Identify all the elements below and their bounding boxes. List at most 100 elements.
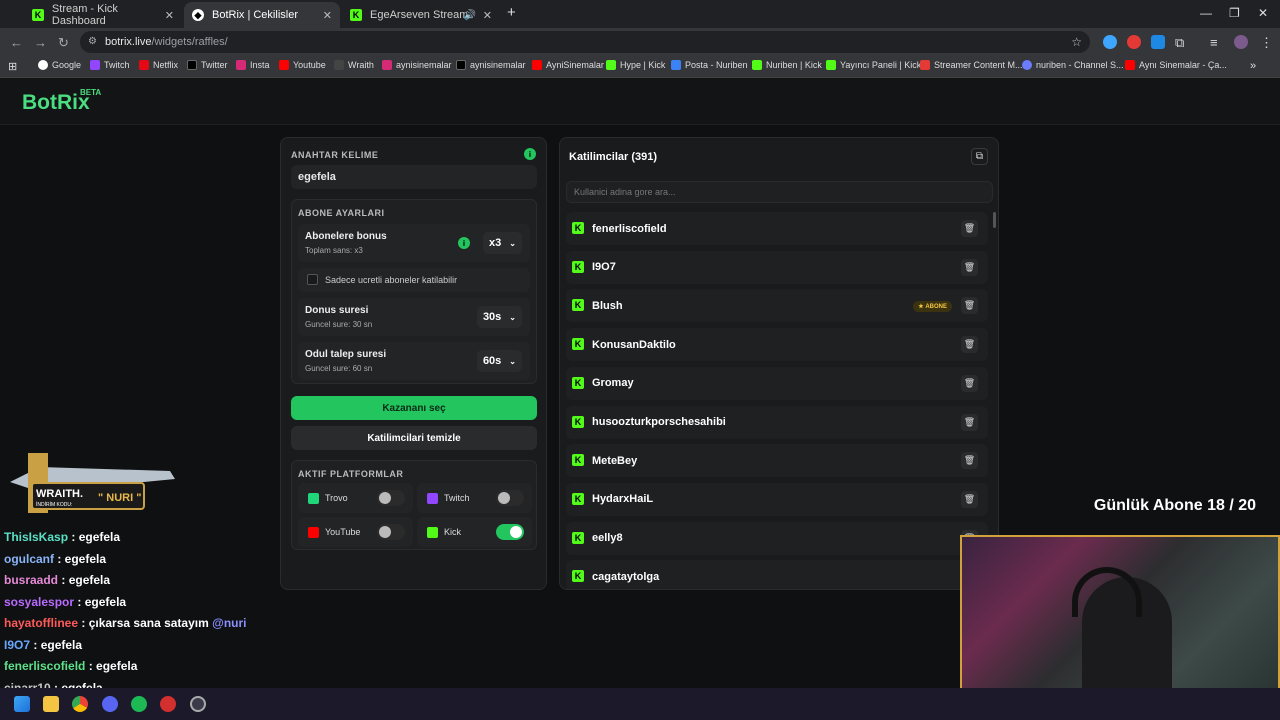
bookmark[interactable]: Google: [38, 60, 81, 70]
sub-bonus-row: Abonelere bonus Toplam sans: x3 i x3 ⌄: [298, 224, 530, 262]
bonus-duration-select[interactable]: 30s ⌄: [476, 306, 522, 328]
speaker-icon[interactable]: 🔊: [464, 10, 476, 21]
profile-avatar[interactable]: [1234, 35, 1248, 49]
window-close-button[interactable]: ✕: [1258, 6, 1268, 20]
spotify-icon[interactable]: [131, 696, 147, 712]
youtube-toggle[interactable]: [377, 524, 405, 540]
bookmark[interactable]: Insta: [236, 60, 270, 70]
new-tab-button[interactable]: +: [507, 4, 516, 21]
bookmark[interactable]: Netflix: [139, 60, 178, 70]
browser-tab-bar: K Stream - Kick Dashboard ✕ ◆ BotRix | C…: [0, 0, 1280, 28]
bookmark[interactable]: Aynı Sinemalar - Ça...: [1125, 60, 1227, 70]
participant-name: MeteBey: [592, 454, 638, 467]
extension-icon[interactable]: [1127, 35, 1141, 49]
bookmark[interactable]: nuriben - Channel S...: [1022, 60, 1124, 70]
obs-icon[interactable]: [190, 696, 206, 712]
bookmark[interactable]: AyniSinemalar: [532, 60, 604, 70]
delete-icon[interactable]: 🗑: [961, 336, 978, 354]
close-icon[interactable]: ✕: [323, 9, 332, 22]
bonus-duration-title: Donus suresi: [305, 305, 369, 316]
extension-icon[interactable]: [1103, 35, 1117, 49]
bookmark[interactable]: aynisinemalar: [456, 60, 526, 70]
platform-trovo: Trovo: [298, 483, 413, 513]
apps-grid-icon[interactable]: ⊞: [8, 60, 17, 73]
delete-icon[interactable]: 🗑: [961, 374, 978, 392]
copy-icon[interactable]: ⧉: [971, 148, 988, 165]
discord-icon[interactable]: [102, 696, 118, 712]
extensions-puzzle-icon[interactable]: ⧉: [1175, 35, 1184, 51]
botrix-logo[interactable]: BotRix BETA: [22, 88, 101, 115]
delete-icon[interactable]: 🗑: [961, 297, 978, 315]
delete-icon[interactable]: 🗑: [961, 220, 978, 237]
chat-username: hayatofflinee: [4, 616, 79, 630]
kick-toggle[interactable]: [496, 524, 524, 540]
media-control-icon[interactable]: ≡: [1210, 35, 1218, 50]
paid-only-checkbox[interactable]: [307, 274, 318, 285]
headphones-shape: [1072, 567, 1142, 617]
participant-row: Kfenerliscofield 🗑: [566, 212, 988, 245]
site-info-icon[interactable]: ⚙: [88, 31, 97, 53]
bookmark[interactable]: Yayıncı Paneli | Kick: [826, 60, 921, 70]
more-bookmarks-icon[interactable]: »: [1250, 60, 1256, 72]
bookmark[interactable]: aynisinemalar: [382, 60, 452, 70]
app-icon[interactable]: [160, 696, 176, 712]
url-field[interactable]: ⚙ botrix.live/widgets/raffles/ ☆: [80, 31, 1090, 53]
participants-title: Katilimcilar (391): [569, 151, 658, 163]
keyword-input[interactable]: egefela: [291, 165, 537, 189]
bonus-duration-row: Donus suresi Guncel sure: 30 sn 30s ⌄: [298, 298, 530, 336]
bonus-multiplier-select[interactable]: x3 ⌄: [483, 232, 522, 254]
delete-icon[interactable]: 🗑: [961, 490, 978, 508]
tab-title: EgeArseven Stream - Watch: [370, 9, 470, 21]
bookmark-star-icon[interactable]: ☆: [1071, 31, 1082, 53]
platforms-label: AKTIF PLATFORMLAR: [298, 469, 404, 479]
twitch-icon: [427, 492, 438, 504]
minimize-button[interactable]: —: [1200, 6, 1212, 20]
close-icon[interactable]: ✕: [483, 9, 492, 22]
close-icon[interactable]: ✕: [165, 9, 174, 22]
kick-icon: K: [572, 415, 584, 428]
maximize-button[interactable]: ❐: [1229, 6, 1240, 20]
back-icon[interactable]: ←: [10, 35, 23, 50]
tab-kick-dashboard[interactable]: K Stream - Kick Dashboard ✕: [24, 2, 182, 28]
chat-text: : egefela: [71, 530, 121, 544]
bookmark[interactable]: Wraith: [334, 60, 374, 70]
pick-winner-button[interactable]: Kazananı seç: [291, 396, 537, 420]
participant-row: K I9O7 🗑: [566, 250, 988, 284]
bookmark[interactable]: Hype | Kick: [606, 60, 665, 70]
bookmark[interactable]: Nuriben | Kick: [752, 60, 822, 70]
bookmark[interactable]: Twitter: [187, 60, 228, 70]
chat-message: I9O7 : egefela: [4, 638, 82, 652]
chat-text: : egefela: [88, 659, 138, 673]
trovo-icon: [308, 492, 319, 504]
keyword-label: ANAHTAR KELIME: [291, 150, 379, 160]
trovo-toggle[interactable]: [377, 490, 405, 506]
bookmark[interactable]: Posta - Nuriben: [671, 60, 748, 70]
forward-icon[interactable]: →: [34, 35, 47, 50]
bookmark[interactable]: Youtube: [279, 60, 326, 70]
participant-name: cagataytolga: [592, 570, 660, 583]
bookmark[interactable]: Streamer Content M...: [920, 60, 1023, 70]
delete-icon[interactable]: 🗑: [961, 258, 978, 276]
paid-only-row[interactable]: Sadece ucretli aboneler katilabilir: [298, 268, 530, 292]
chrome-icon[interactable]: [72, 696, 88, 712]
claim-time-select[interactable]: 60s ⌄: [476, 350, 522, 372]
reload-icon[interactable]: ↻: [58, 35, 69, 51]
info-icon[interactable]: i: [524, 148, 536, 160]
menu-kebab-icon[interactable]: ⋮: [1260, 35, 1273, 51]
scrollbar[interactable]: [993, 212, 996, 228]
tab-egearseven[interactable]: K EgeArseven Stream - Watch 🔊 ✕: [342, 2, 500, 28]
participant-search-input[interactable]: Kullanici adina gore ara...: [566, 181, 993, 203]
info-icon[interactable]: i: [458, 237, 470, 249]
chat-text: : egefela: [57, 551, 107, 566]
delete-icon[interactable]: 🗑: [961, 452, 978, 470]
kick-icon: [427, 526, 438, 538]
windows-start-icon[interactable]: [14, 696, 30, 712]
tab-botrix[interactable]: ◆ BotRix | Cekilisler ✕: [184, 2, 340, 28]
raffle-settings-panel: ANAHTAR KELIME i egefela ABONE AYARLARI …: [280, 137, 547, 590]
shield-icon[interactable]: [1151, 35, 1165, 49]
file-explorer-icon[interactable]: [43, 696, 59, 712]
delete-icon[interactable]: 🗑: [961, 413, 978, 431]
clear-participants-button[interactable]: Katilimcilari temizle: [291, 426, 537, 450]
bookmark[interactable]: Twitch: [90, 60, 130, 70]
twitch-toggle[interactable]: [496, 490, 524, 506]
